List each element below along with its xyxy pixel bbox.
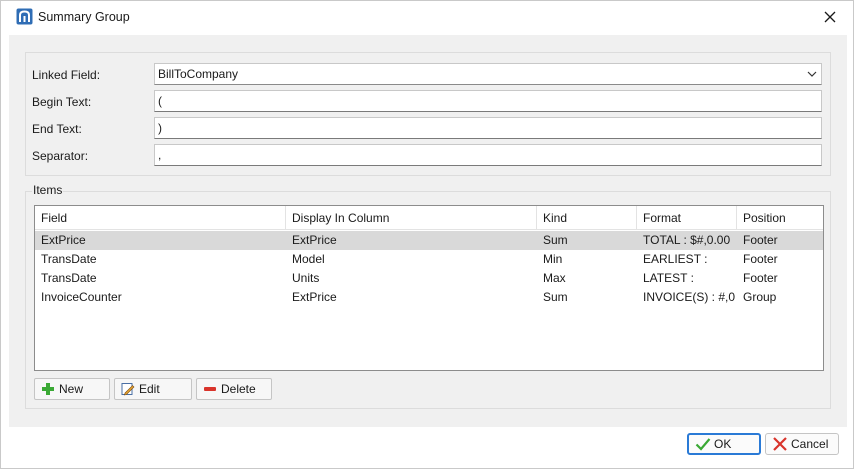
cell-display: ExtPrice xyxy=(292,290,337,304)
cell-position: Footer xyxy=(743,233,778,247)
ok-button[interactable]: OK xyxy=(687,433,761,455)
begin-text-value: ( xyxy=(158,94,162,108)
cell-format: INVOICE(S) : #,0 xyxy=(643,290,736,304)
cell-position: Footer xyxy=(743,271,778,285)
table-row[interactable]: TransDate Model Min EARLIEST : Footer xyxy=(35,250,823,269)
title-bar: Summary Group xyxy=(1,1,853,35)
cancel-button[interactable]: Cancel xyxy=(765,433,839,455)
column-header-position[interactable]: Position xyxy=(737,206,823,230)
column-header-format[interactable]: Format xyxy=(637,206,737,230)
plus-icon xyxy=(42,383,54,395)
dialog-body: Linked Field: BillToCompany Begin Text: … xyxy=(9,35,847,427)
table-row[interactable]: ExtPrice ExtPrice Sum TOTAL : $#,0.00 Fo… xyxy=(35,231,823,250)
edit-button[interactable]: Edit xyxy=(114,378,192,400)
cell-field: InvoiceCounter xyxy=(41,290,122,304)
chevron-down-icon xyxy=(807,71,817,77)
end-text-label: End Text: xyxy=(32,122,82,136)
cell-kind: Sum xyxy=(543,290,568,304)
cancel-button-label: Cancel xyxy=(791,437,829,451)
minus-icon xyxy=(204,387,216,391)
edit-button-label: Edit xyxy=(139,382,160,396)
new-button[interactable]: New xyxy=(34,378,110,400)
linked-field-label: Linked Field: xyxy=(32,68,101,82)
column-header-display[interactable]: Display In Column xyxy=(286,206,537,230)
cell-kind: Min xyxy=(543,252,563,266)
close-button[interactable] xyxy=(813,4,847,30)
new-button-label: New xyxy=(59,382,84,396)
delete-button[interactable]: Delete xyxy=(196,378,272,400)
table-row[interactable]: TransDate Units Max LATEST : Footer xyxy=(35,269,823,288)
edit-pencil-icon xyxy=(121,383,135,396)
cancel-x-icon xyxy=(773,437,787,451)
window-title: Summary Group xyxy=(38,10,130,24)
cell-field: TransDate xyxy=(41,252,97,266)
end-text-input[interactable]: ) xyxy=(154,117,822,139)
table-row[interactable]: InvoiceCounter ExtPrice Sum INVOICE(S) :… xyxy=(35,288,823,307)
items-group-label: Items xyxy=(32,183,64,197)
cell-format: TOTAL : $#,0.00 xyxy=(643,233,731,247)
linked-field-value: BillToCompany xyxy=(158,67,239,81)
column-header-kind[interactable]: Kind xyxy=(537,206,637,230)
items-grid[interactable]: Field Display In Column Kind Format Posi… xyxy=(34,205,824,371)
begin-text-input[interactable]: ( xyxy=(154,90,822,112)
cell-kind: Max xyxy=(543,271,566,285)
cell-format: EARLIEST : xyxy=(643,252,708,266)
delete-button-label: Delete xyxy=(221,382,256,396)
report-app-icon xyxy=(16,8,33,25)
fields-panel: Linked Field: BillToCompany Begin Text: … xyxy=(25,52,831,176)
linked-field-select[interactable]: BillToCompany xyxy=(154,63,822,85)
end-text-value: ) xyxy=(158,121,162,135)
close-icon xyxy=(824,11,836,23)
column-header-field[interactable]: Field xyxy=(35,206,286,230)
items-group: Items Field Display In Column Kind Forma… xyxy=(25,183,831,409)
separator-input[interactable]: , xyxy=(154,144,822,166)
cell-field: TransDate xyxy=(41,271,97,285)
cell-format: LATEST : xyxy=(643,271,694,285)
cell-position: Footer xyxy=(743,252,778,266)
cell-kind: Sum xyxy=(543,233,568,247)
ok-button-label: OK xyxy=(714,437,732,451)
separator-value: , xyxy=(158,148,162,162)
cell-display: Units xyxy=(292,271,320,285)
cell-display: ExtPrice xyxy=(292,233,337,247)
summary-group-dialog: Summary Group Linked Field: BillToCompan… xyxy=(0,0,854,469)
begin-text-label: Begin Text: xyxy=(32,95,92,109)
grid-header: Field Display In Column Kind Format Posi… xyxy=(35,206,823,230)
checkmark-icon xyxy=(695,438,711,451)
cell-display: Model xyxy=(292,252,325,266)
cell-field: ExtPrice xyxy=(41,233,86,247)
cell-position: Group xyxy=(743,290,777,304)
separator-label: Separator: xyxy=(32,149,89,163)
